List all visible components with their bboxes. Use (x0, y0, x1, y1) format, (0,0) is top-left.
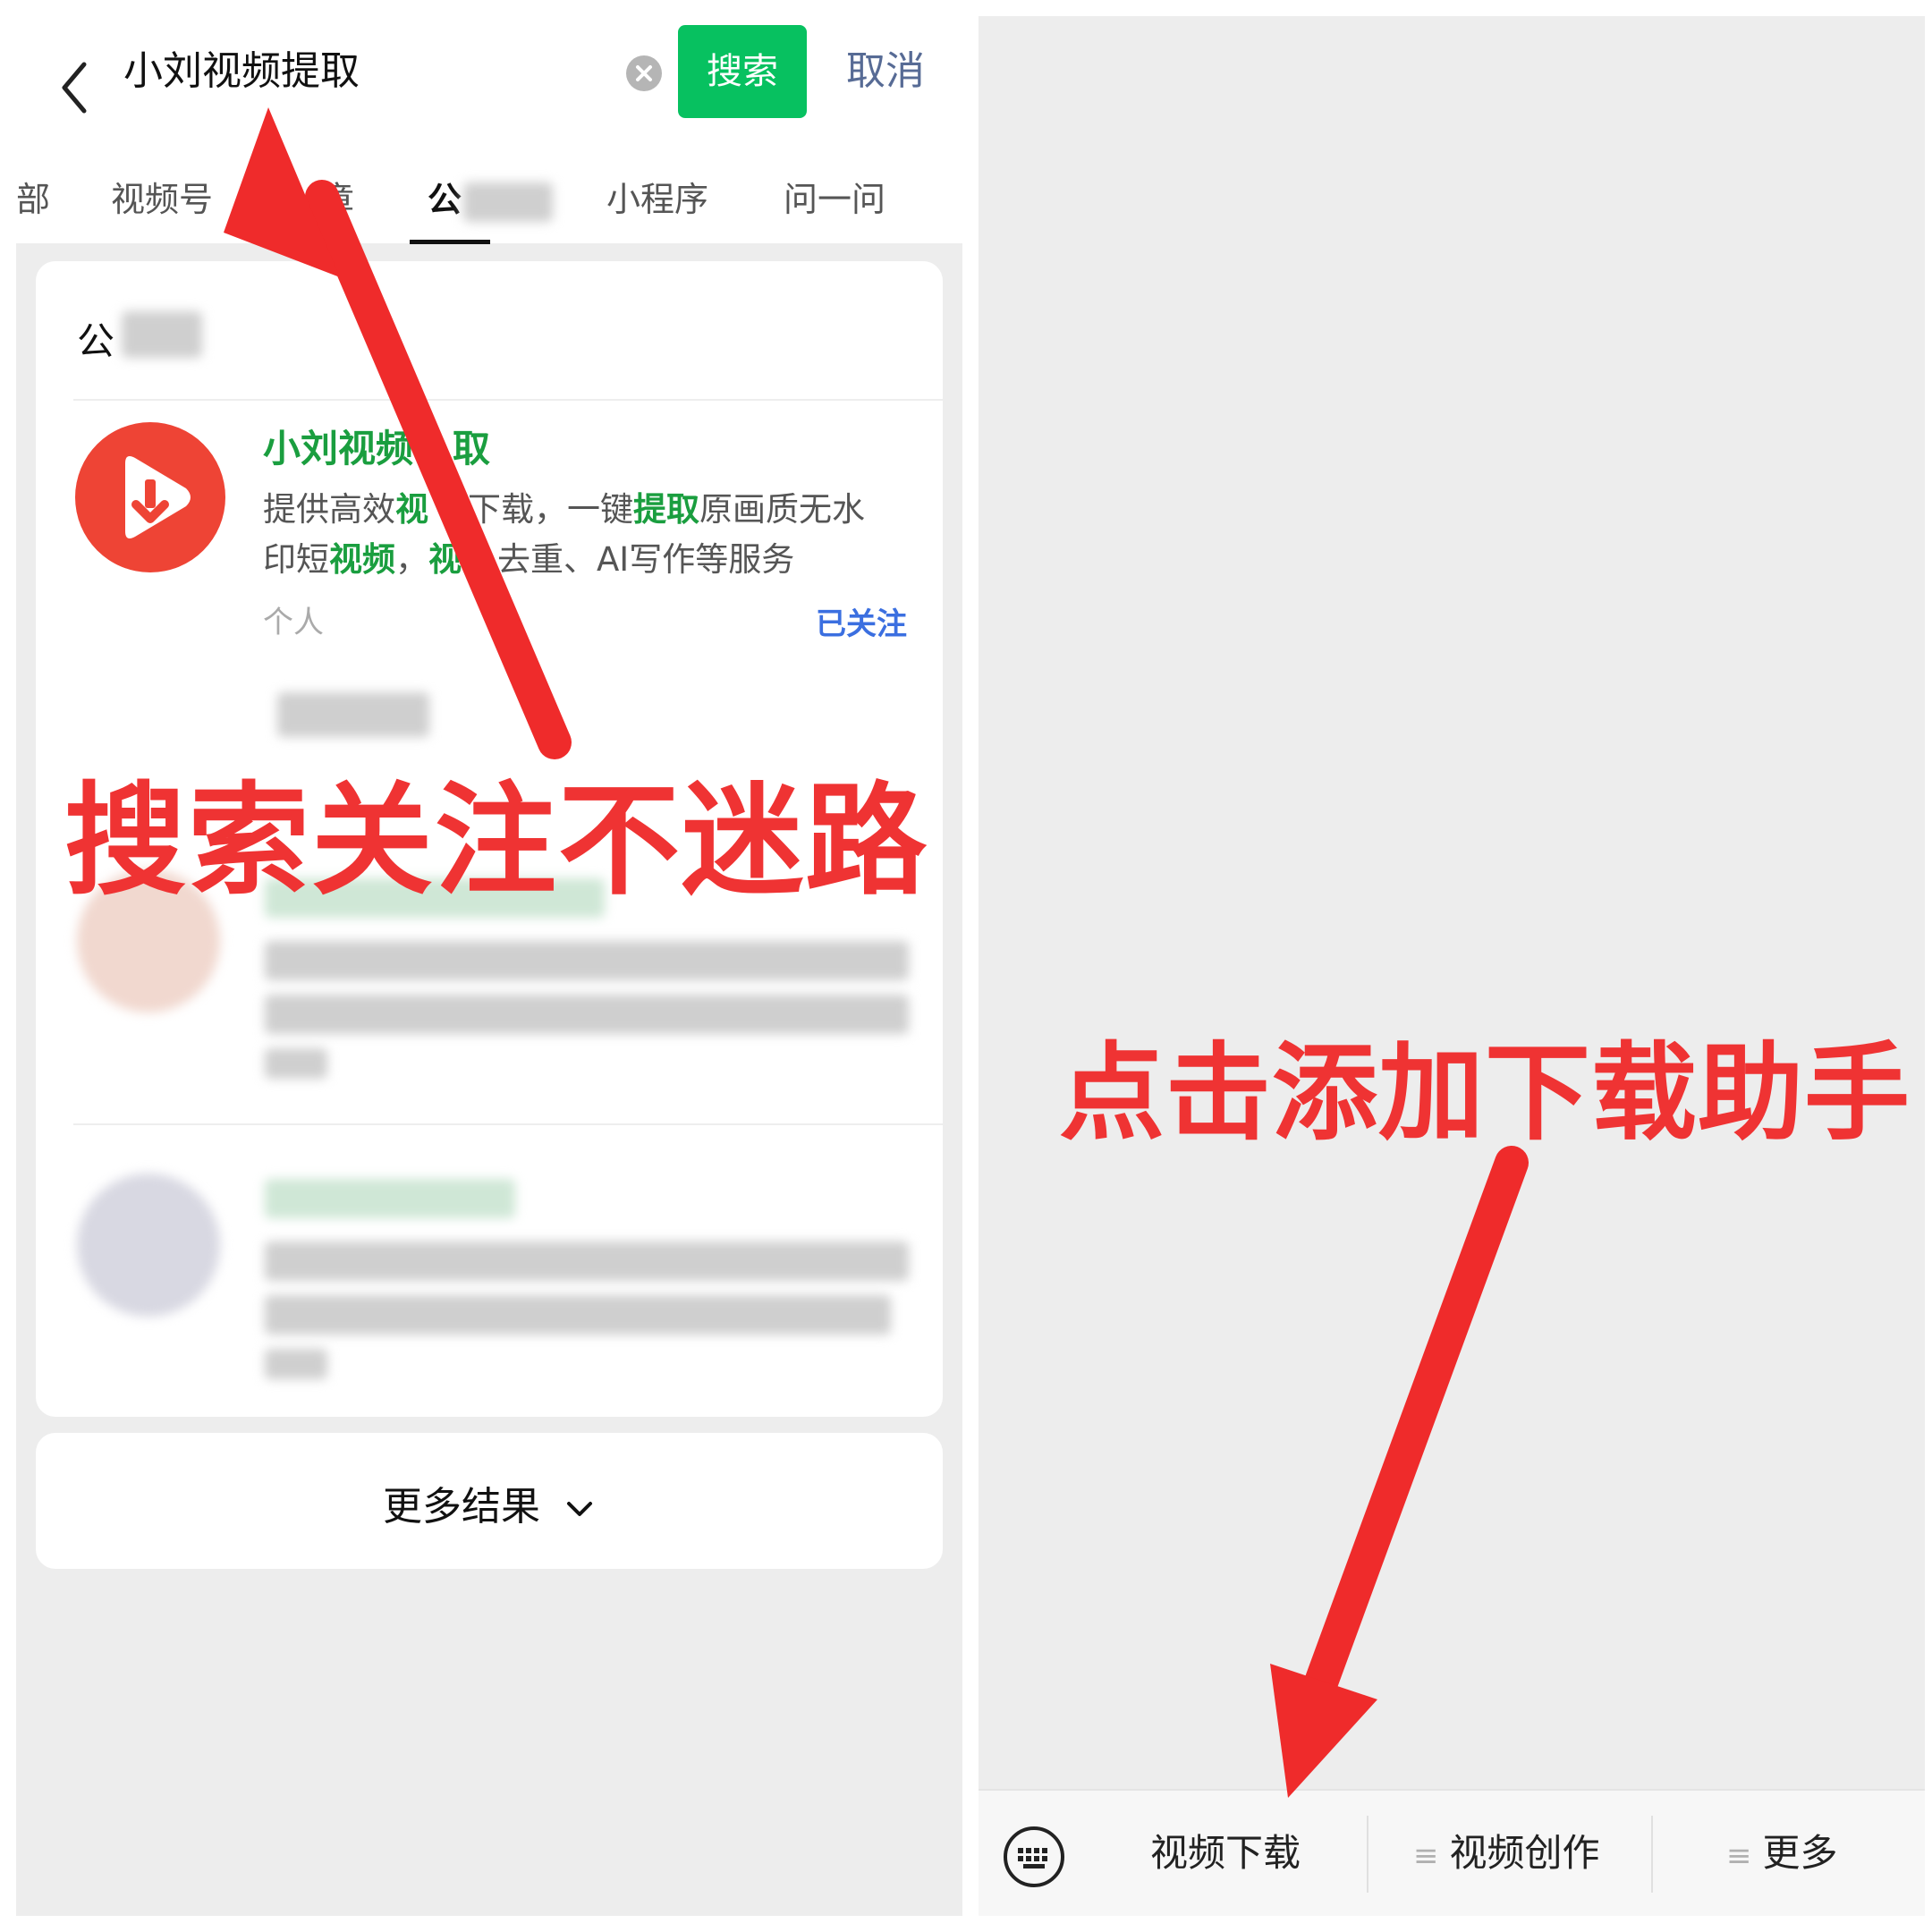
blurred-tab-label (463, 182, 553, 222)
desc-text: 原画质无水 (699, 490, 865, 529)
search-results-screen: 小刘视频提取 搜索 取消 部 视频号 章 公 小程序 问一问 公 小刘视频 取 … (16, 16, 962, 1916)
tab-all[interactable]: 部 (16, 172, 50, 221)
desc-highlight: 视频 (329, 540, 395, 579)
account-name-head: 小刘视频 (263, 427, 414, 470)
video-download-logo-icon (75, 422, 225, 572)
blurred-avatar (77, 1174, 220, 1317)
menu-list-icon: ≡ (1726, 1838, 1752, 1874)
blurred-text (265, 941, 909, 980)
blurred-section-title (122, 311, 202, 358)
desc-highlight: 提取 (633, 490, 699, 529)
chat-screen: 视频下载 ≡ 视频创作 ≡ 更多 (979, 16, 1925, 1916)
search-query-text: 小刘视频提取 (123, 48, 360, 94)
active-tab-indicator (410, 240, 490, 244)
caption-add-download-helper: 点击添加下载助手 (1059, 1031, 1911, 1155)
tab-channels[interactable]: 视频号 (111, 172, 213, 221)
clear-icon[interactable] (626, 55, 662, 91)
keyboard-icon[interactable] (1002, 1825, 1066, 1889)
desc-text: ， (395, 540, 428, 579)
desc-text: 提供高效 (263, 490, 395, 529)
menu-item-label: 更多 (1762, 1831, 1838, 1875)
more-results-button[interactable]: 更多结果 (36, 1433, 943, 1569)
desc-highlight: 视 (428, 540, 462, 579)
tab-mini-programs[interactable]: 小程序 (606, 172, 708, 221)
desc-text: 印短 (263, 540, 329, 579)
search-button[interactable]: 搜索 (678, 25, 807, 118)
search-category-tabs: 部 视频号 章 公 小程序 问一问 (16, 150, 962, 244)
blurred-title (265, 1179, 515, 1218)
official-account-menu-bar: 视频下载 ≡ 视频创作 ≡ 更多 (979, 1789, 1925, 1916)
cancel-button[interactable]: 取消 (846, 25, 925, 118)
menu-item-video-download[interactable]: 视频下载 (1150, 1823, 1301, 1877)
blurred-text (265, 995, 909, 1034)
section-title: 公 (77, 319, 115, 363)
account-type: 个人 (263, 605, 324, 640)
account-description: 提供高效视 下载，一键提取原画质无水 印短视频，视 去重、AI写作等服务 (263, 485, 907, 585)
tab-articles[interactable]: 章 (320, 172, 354, 221)
menu-item-more[interactable]: ≡ 更多 (1726, 1823, 1838, 1877)
desc-text: 下载，一键 (468, 490, 633, 529)
tab-official-accounts[interactable]: 公 (428, 172, 462, 221)
desc-highlight: 视 (395, 490, 428, 529)
blurred-text (265, 1241, 909, 1281)
caption-search-follow: 搜索关注不迷路 (64, 771, 928, 912)
menu-separator (1651, 1816, 1653, 1893)
more-results-text: 更多结果 (383, 1484, 540, 1530)
search-input[interactable]: 小刘视频提取 (93, 25, 701, 118)
account-name-tail: 取 (453, 427, 491, 470)
tab-ask[interactable]: 问一问 (784, 172, 886, 221)
search-header: 小刘视频提取 搜索 取消 部 视频号 章 公 小程序 问一问 (16, 16, 962, 244)
account-name[interactable]: 小刘视频取 (263, 419, 490, 473)
desc-text: 去重、AI写作等服务 (497, 540, 795, 579)
blurred-text (265, 1349, 327, 1379)
menu-separator (1367, 1816, 1368, 1893)
chevron-down-icon (567, 1502, 592, 1516)
blurred-link (277, 692, 429, 737)
menu-item-label: 视频创作 (1449, 1831, 1600, 1875)
follow-status-badge[interactable]: 已关注 (816, 599, 907, 643)
blurred-text (265, 1295, 891, 1335)
more-results-label: 更多结果 (383, 1474, 596, 1531)
divider (73, 1123, 943, 1125)
divider (73, 399, 943, 401)
menu-list-icon: ≡ (1413, 1838, 1439, 1874)
blurred-text (265, 1048, 327, 1079)
menu-item-video-creation[interactable]: ≡ 视频创作 (1413, 1823, 1600, 1877)
